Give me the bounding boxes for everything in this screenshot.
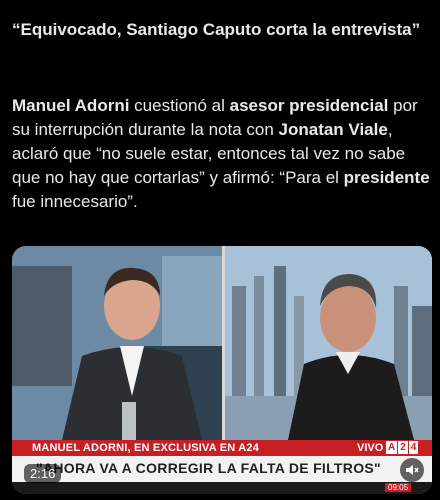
body-text-4: fue innecesario”. — [12, 192, 138, 211]
post-headline: “Equivocado, Santiago Caputo corta la en… — [12, 20, 421, 39]
channel-logo: A 2 4 — [386, 441, 419, 454]
logo-letter-a: A — [386, 441, 398, 454]
video-player[interactable]: MANUEL ADORNI, EN EXCLUSIVA EN A24 VIVO … — [12, 246, 432, 494]
body-bold-adorni: Manuel Adorni — [12, 96, 130, 115]
logo-digit-2: 2 — [398, 441, 408, 454]
body-bold-presidente: presidente — [343, 168, 430, 187]
post-body: Manuel Adorni cuestionó al asesor presid… — [12, 94, 432, 214]
lower-third-quote: "AHORA VA A CORREGIR LA FALTA DE FILTROS… — [36, 460, 381, 476]
speaker-muted-icon[interactable] — [400, 458, 424, 482]
lower-third-title: MANUEL ADORNI, EN EXCLUSIVA EN A24 — [32, 442, 260, 454]
body-text-1: cuestionó al — [129, 96, 230, 115]
adorni-figure — [12, 246, 224, 440]
viale-figure — [224, 246, 432, 440]
video-timer: 2:16 — [24, 464, 62, 483]
broadcast-clock: 09:05 — [385, 483, 412, 492]
body-bold-asesor: asesor presidencial — [229, 96, 389, 115]
body-bold-viale: Jonatan Viale — [278, 120, 388, 139]
live-label: VIVO — [357, 442, 384, 454]
logo-digit-4: 4 — [408, 441, 419, 454]
lower-third-ticker — [12, 482, 432, 494]
